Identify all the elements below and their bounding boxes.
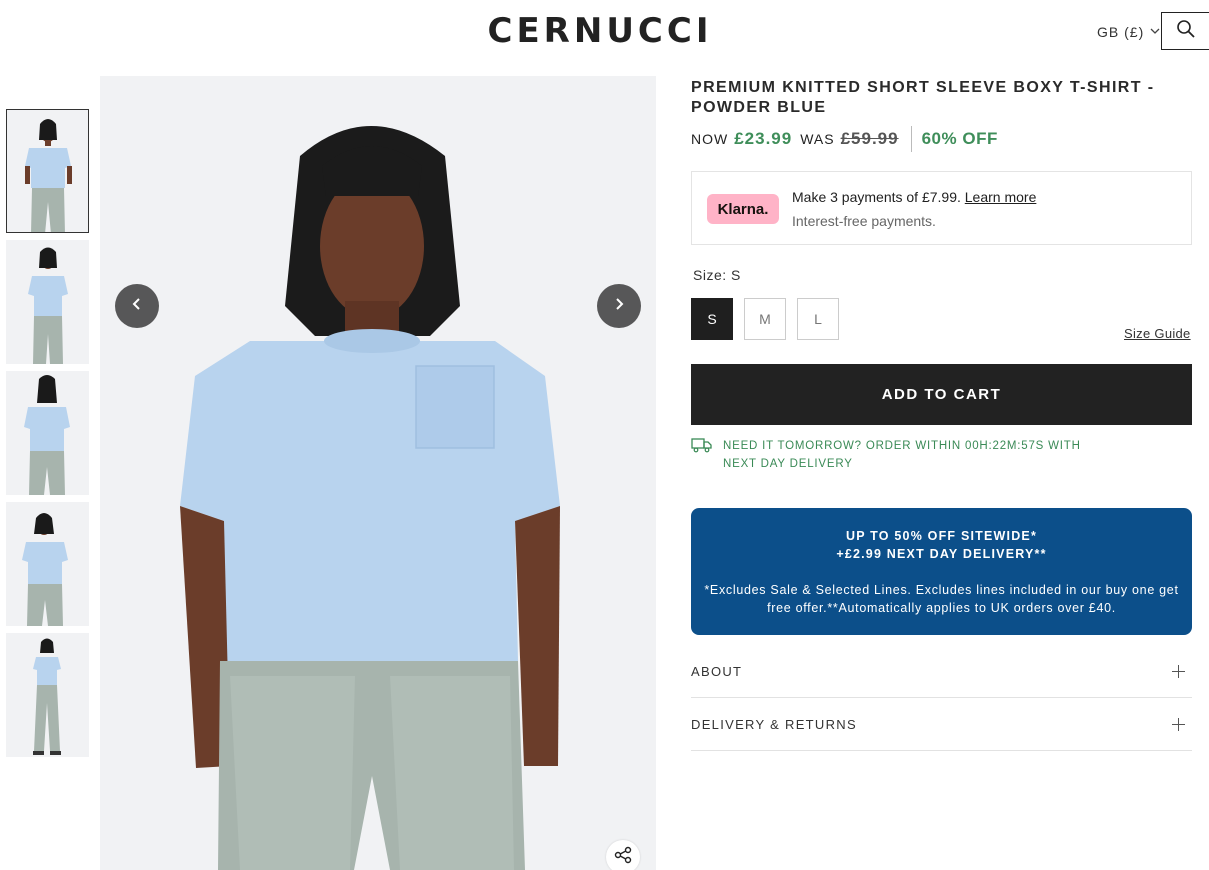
chevron-left-icon bbox=[131, 297, 143, 316]
delivery-notice-text: NEED IT TOMORROW? ORDER WITHIN 00H:22M:5… bbox=[723, 440, 1081, 470]
accordion-delivery-returns[interactable]: DELIVERY & RETURNS bbox=[691, 699, 1192, 751]
thumbnail-front[interactable] bbox=[6, 109, 89, 233]
accordion-delivery-label: DELIVERY & RETURNS bbox=[691, 717, 857, 732]
size-option-s[interactable]: S bbox=[691, 298, 733, 340]
was-price: £59.99 bbox=[841, 126, 912, 152]
gallery-next-button[interactable] bbox=[597, 284, 641, 328]
thumbnail-list bbox=[6, 109, 90, 764]
size-guide-link[interactable]: Size Guide bbox=[1124, 326, 1191, 341]
product-title: PREMIUM KNITTED SHORT SLEEVE BOXY T-SHIR… bbox=[691, 79, 1155, 116]
discount-badge: 60% OFF bbox=[921, 129, 998, 148]
klarna-box: Klarna. Make 3 payments of £7.99. Learn … bbox=[691, 171, 1192, 245]
promo-line-2: +£2.99 NEXT DAY DELIVERY** bbox=[836, 547, 1047, 561]
klarna-subtext: Interest-free payments. bbox=[792, 213, 936, 229]
thumbnail-full-length[interactable] bbox=[6, 633, 89, 757]
search-button[interactable] bbox=[1161, 12, 1209, 50]
promo-headline: UP TO 50% OFF SITEWIDE* +£2.99 NEXT DAY … bbox=[691, 527, 1192, 563]
chevron-down-icon bbox=[1150, 26, 1160, 38]
thumbnail-side[interactable] bbox=[6, 240, 89, 364]
thumbnail-pose[interactable] bbox=[6, 502, 89, 626]
klarna-learn-more-link[interactable]: Learn more bbox=[965, 189, 1037, 205]
region-label: GB (£) bbox=[1097, 24, 1145, 40]
thumbnail-back[interactable] bbox=[6, 371, 89, 495]
klarna-installments: Make 3 payments of £7.99. Learn more bbox=[792, 189, 1036, 205]
price-row: NOW £23.99 WAS £59.99 60% OFF bbox=[691, 126, 998, 152]
accordion-about-label: ABOUT bbox=[691, 664, 743, 679]
plus-icon bbox=[1172, 717, 1186, 732]
promo-line-1: UP TO 50% OFF SITEWIDE* bbox=[845, 529, 1038, 543]
size-options: S M L bbox=[691, 298, 839, 340]
gallery-prev-button[interactable] bbox=[115, 284, 159, 328]
promo-banner: UP TO 50% OFF SITEWIDE* +£2.99 NEXT DAY … bbox=[691, 508, 1192, 635]
accordion-about[interactable]: ABOUT bbox=[691, 646, 1192, 698]
share-button[interactable] bbox=[606, 840, 640, 870]
share-icon bbox=[614, 846, 632, 869]
search-icon bbox=[1176, 19, 1196, 44]
add-to-cart-button[interactable]: ADD TO CART bbox=[691, 364, 1192, 425]
delivery-notice: NEED IT TOMORROW? ORDER WITHIN 00H:22M:5… bbox=[691, 437, 1111, 473]
size-label: Size: S bbox=[693, 267, 741, 283]
plus-icon bbox=[1172, 664, 1186, 679]
klarna-logo: Klarna. bbox=[707, 194, 779, 224]
size-option-m[interactable]: M bbox=[744, 298, 786, 340]
now-label: NOW bbox=[691, 131, 729, 147]
klarna-installments-text: Make 3 payments of £7.99. bbox=[792, 189, 965, 205]
size-option-l[interactable]: L bbox=[797, 298, 839, 340]
brand-logo[interactable]: CERNUCCI bbox=[472, 14, 728, 48]
product-main-image[interactable] bbox=[100, 76, 656, 870]
delivery-truck-icon bbox=[691, 437, 713, 473]
promo-fine-print: *Excludes Sale & Selected Lines. Exclude… bbox=[704, 583, 1179, 615]
region-selector[interactable]: GB (£) bbox=[1097, 24, 1160, 40]
now-price: £23.99 bbox=[734, 129, 793, 148]
was-label: WAS bbox=[800, 131, 835, 147]
chevron-right-icon bbox=[613, 297, 625, 316]
